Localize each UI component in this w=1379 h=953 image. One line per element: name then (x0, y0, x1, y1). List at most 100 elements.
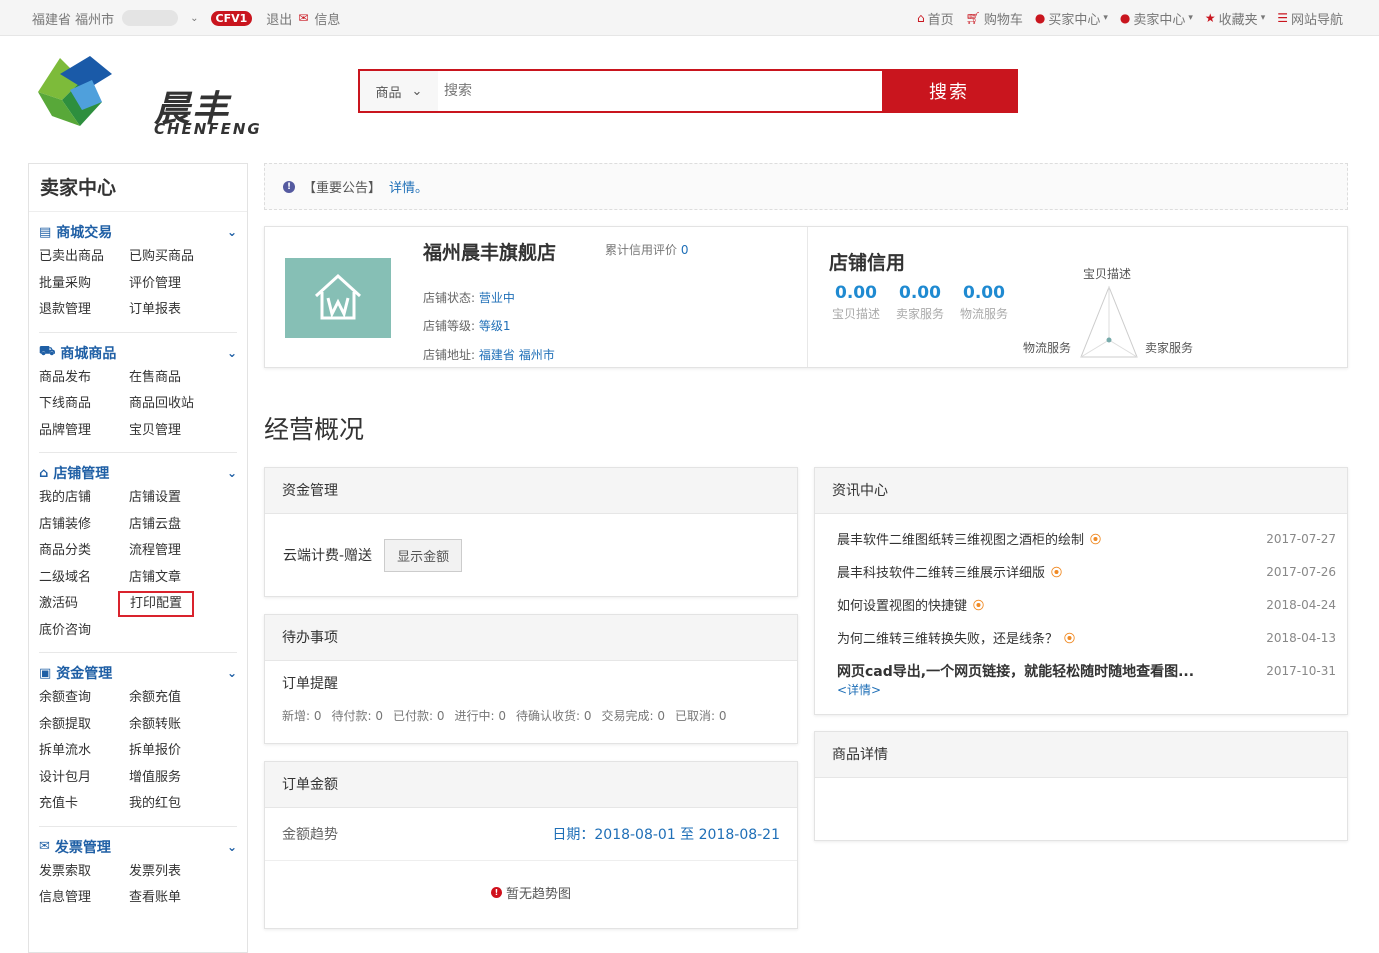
sidebar-item[interactable]: 在售商品 (129, 365, 219, 392)
news-title[interactable]: 为何二维转三维转换失败，还是线条？ (837, 628, 1058, 647)
sidebar-item[interactable]: 拆单报价 (129, 738, 219, 765)
nav-favorites[interactable]: ★ 收藏夹 ▾ (1205, 9, 1265, 28)
sidebar-item[interactable]: 设计包月 (39, 765, 129, 792)
sidebar-item[interactable]: 余额充值 (129, 685, 219, 712)
shop-name[interactable]: 福州晨丰旗舰店 (423, 238, 556, 265)
messages-link[interactable]: 信息 (314, 9, 340, 28)
sidebar-item[interactable]: 下线商品 (39, 391, 129, 418)
chevron-down-icon[interactable]: ⌄ (227, 466, 237, 480)
sidebar-item[interactable]: 二级域名 (39, 565, 129, 592)
address-label: 店铺地址: (423, 348, 476, 362)
nav-home[interactable]: ⌂ 首页 (917, 9, 954, 28)
chevron-down-icon[interactable]: ⌄ (227, 346, 237, 360)
news-item[interactable]: 为何二维转三维转换失败，还是线条？ ⦿ 2018-04-13 (837, 621, 1336, 654)
sidebar-item[interactable]: 我的红包 (129, 791, 219, 818)
score-label: 宝贝描述 (831, 307, 880, 321)
sidebar-item[interactable]: 店铺装修 (39, 512, 129, 539)
news-title[interactable]: 网页cad导出,一个网页链接，就能轻松随时随地查看图... (837, 661, 1194, 681)
chevron-down-icon: ▾ (1103, 13, 1108, 23)
nav-buyer-center[interactable]: ● 买家中心 ▾ (1035, 9, 1108, 28)
news-item[interactable]: 晨丰软件二维图纸转三维视图之酒柜的绘制 ⦿ 2017-07-27 (837, 522, 1336, 555)
level-badge[interactable]: CFV1 (210, 10, 253, 26)
news-title[interactable]: 晨丰软件二维图纸转三维视图之酒柜的绘制 (837, 529, 1084, 548)
sidebar-item[interactable]: 余额查询 (39, 685, 129, 712)
location-text[interactable]: 福建省 福州市 (32, 9, 114, 28)
news-details-link[interactable]: <详情> (815, 681, 1347, 698)
nav-seller-center[interactable]: ● 卖家中心 ▾ (1120, 9, 1193, 28)
sidebar-item[interactable]: 余额转账 (129, 712, 219, 739)
logo[interactable]: 晨丰 CHENFENG (30, 50, 260, 138)
stat-cancelled[interactable]: 已取消: 0 (675, 707, 727, 724)
announcement-details-link[interactable]: 详情。 (389, 177, 428, 196)
stat-completed[interactable]: 交易完成: 0 (602, 707, 666, 724)
sidebar-item[interactable]: 信息管理 (39, 885, 129, 912)
stat-new[interactable]: 新增: 0 (282, 707, 322, 724)
logout-link[interactable]: 退出 (266, 9, 292, 28)
shop-logo[interactable] (285, 258, 391, 338)
sidebar-item[interactable]: 发票索取 (39, 859, 129, 886)
chevron-down-icon[interactable]: ⌄ (190, 13, 198, 24)
stat-paid[interactable]: 已付款: 0 (393, 707, 445, 724)
highlight-box[interactable]: 打印配置 (118, 591, 195, 617)
sidebar-item[interactable]: 品牌管理 (39, 418, 129, 445)
rss-icon: ⦿ (1064, 631, 1076, 645)
stat-pending-receipt[interactable]: 待确认收货: 0 (516, 707, 592, 724)
sidebar-item[interactable]: 店铺设置 (129, 485, 219, 512)
nav-cart[interactable]: 🛒︎ 购物车 (966, 9, 1023, 28)
chevron-down-icon[interactable]: ⌄ (227, 840, 237, 854)
chevron-down-icon[interactable]: ⌄ (227, 666, 237, 680)
stat-in-progress[interactable]: 进行中: 0 (455, 707, 507, 724)
sidebar-item[interactable]: 商品发布 (39, 365, 129, 392)
sidebar-item[interactable]: 评价管理 (129, 271, 219, 298)
sidebar-item[interactable]: 激活码 (39, 591, 129, 618)
sidebar-item[interactable]: 发票列表 (129, 859, 219, 886)
section-header-store[interactable]: ⌂ 店铺管理 ⌄ (39, 463, 237, 483)
search-button[interactable]: 搜索 (882, 71, 1016, 111)
news-item[interactable]: 晨丰科技软件二维转三维展示详细版 ⦿ 2017-07-26 (837, 555, 1336, 588)
nav-site-map[interactable]: ☰ 网站导航 (1277, 9, 1343, 28)
section-title: 资金管理 (56, 666, 113, 682)
sidebar-item[interactable]: 宝贝管理 (129, 418, 219, 445)
username-blurred[interactable] (122, 10, 179, 26)
sidebar-item[interactable]: 已购买商品 (129, 244, 219, 271)
top-bar: 福建省 福州市 ⌄ CFV1 退出 ✉ 信息 ⌂ 首页 🛒︎ 购物车 ● 买家中心 ▾ … (0, 0, 1379, 36)
sidebar-item[interactable]: 充值卡 (39, 791, 129, 818)
section-header-invoice[interactable]: ✉ 发票管理 ⌄ (39, 837, 237, 857)
show-amount-button[interactable]: 显示金额 (384, 538, 463, 572)
sidebar-item[interactable]: 商品回收站 (129, 391, 219, 418)
sidebar-item[interactable]: 退款管理 (39, 297, 129, 324)
news-item[interactable]: 如何设置视图的快捷键 ⦿ 2018-04-24 (837, 588, 1336, 621)
goods-detail-panel: 商品详情 (814, 731, 1348, 841)
sidebar-item[interactable]: 我的店铺 (39, 485, 129, 512)
section-header-trade[interactable]: ▤ 商城交易 ⌄ (39, 222, 237, 242)
news-title[interactable]: 如何设置视图的快捷键 (837, 595, 967, 614)
sidebar-item[interactable]: 底价咨询 (39, 618, 129, 645)
topbar-left: 福建省 福州市 ⌄ CFV1 退出 ✉ 信息 (32, 0, 340, 36)
sidebar-item[interactable]: 查看账单 (129, 885, 219, 912)
news-title[interactable]: 晨丰科技软件二维转三维展示详细版 (837, 562, 1045, 581)
search-input[interactable] (438, 71, 882, 111)
chevron-down-icon[interactable]: ⌄ (227, 225, 237, 239)
sidebar-item[interactable]: 增值服务 (129, 765, 219, 792)
section-header-goods[interactable]: ⛟ 商城商品 ⌄ (39, 343, 237, 363)
truck-icon: ⛟ (39, 344, 56, 359)
sidebar-item[interactable]: 拆单流水 (39, 738, 129, 765)
sidebar-item-print-config[interactable]: 打印配置 (118, 591, 219, 618)
sidebar-item[interactable]: 店铺文章 (129, 565, 219, 592)
sidebar-item[interactable]: 批量采购 (39, 271, 129, 298)
sidebar-item[interactable]: 店铺云盘 (129, 512, 219, 539)
stat-pending-payment[interactable]: 待付款: 0 (332, 707, 384, 724)
order-stats: 新增: 0 待付款: 0 已付款: 0 进行中: 0 待确认收货: 0 交易完成… (265, 693, 797, 724)
sidebar-item[interactable]: 订单报表 (129, 297, 219, 324)
address-value: 福建省 福州市 (478, 348, 555, 362)
sidebar-item[interactable]: 商品分类 (39, 538, 129, 565)
section-header-fund[interactable]: ▣ 资金管理 ⌄ (39, 663, 237, 683)
nav-site-map-label: 网站导航 (1290, 12, 1343, 28)
sidebar-item[interactable]: 流程管理 (129, 538, 219, 565)
sidebar-item[interactable]: 已卖出商品 (39, 244, 129, 271)
search-category-select[interactable]: 商品 ⌄ (360, 71, 438, 111)
date-range[interactable]: 日期：2018-08-01 至 2018-08-21 (552, 824, 780, 844)
sidebar-item[interactable]: 余额提取 (39, 712, 129, 739)
shop-level: 店铺等级: 等级1 (423, 317, 511, 334)
score-value: 0.00 (835, 283, 877, 303)
